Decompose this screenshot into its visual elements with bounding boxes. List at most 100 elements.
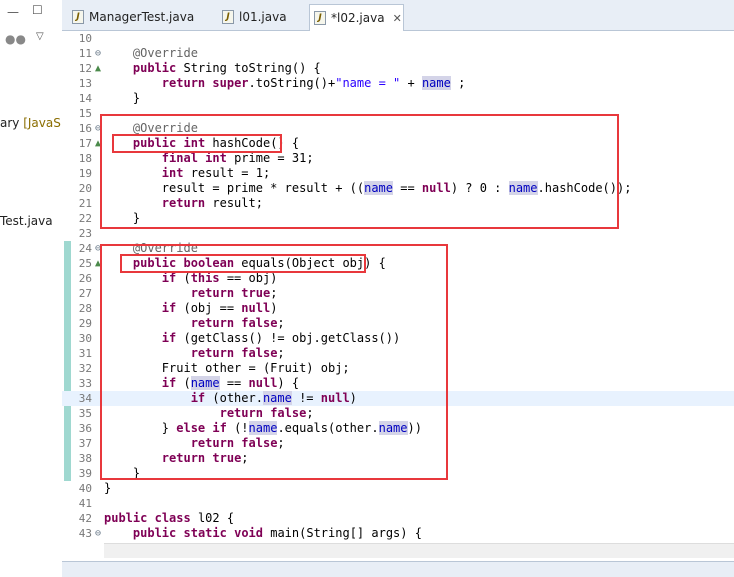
tree-item-test-java[interactable]: Test.java	[0, 214, 53, 228]
line-number: 18	[78, 152, 92, 165]
tab-managertest-java[interactable]: J ManagerTest.java	[68, 5, 208, 29]
line-number: 33	[78, 377, 92, 390]
line-number: 17	[78, 137, 92, 150]
code-editor-area[interactable]: 10 11 ⊖ @Override 12 ▲ public String toStrin…	[62, 31, 734, 541]
code-line[interactable]: 17 ▲ public int hashCode() {	[62, 136, 734, 151]
line-number: 23	[78, 227, 92, 240]
code-line[interactable]: 25 ▲ public boolean equals(Object obj) {	[62, 256, 734, 271]
line-number: 32	[78, 362, 92, 375]
code-line[interactable]: 32 Fruit other = (Fruit) obj;	[62, 361, 734, 376]
code-line[interactable]: 11 ⊖ @Override	[62, 46, 734, 61]
code-line[interactable]: 37 return false;	[62, 436, 734, 451]
line-number: 12	[78, 62, 92, 75]
code-line[interactable]: 31 return false;	[62, 346, 734, 361]
code-line[interactable]: 43 ⊖ public static void main(String[] arg…	[62, 526, 734, 541]
code-text: public String toString() {	[132, 61, 321, 75]
code-line[interactable]: 22 }	[62, 211, 734, 226]
code-line[interactable]: 15	[62, 106, 734, 121]
line-number: 20	[78, 182, 92, 195]
line-number: 16	[78, 122, 92, 135]
code-line[interactable]: 10	[62, 31, 734, 46]
code-text: return false;	[190, 346, 285, 360]
override-marker-icon[interactable]: ▲	[92, 136, 104, 151]
minimize-icon[interactable]: —	[7, 5, 19, 19]
code-text: result = prime * result + ((name == null…	[104, 181, 632, 195]
line-number: 37	[78, 437, 92, 450]
fold-toggle-icon[interactable]: ⊖	[92, 46, 104, 61]
gutter	[92, 286, 104, 301]
code-text: if (getClass() != obj.getClass())	[161, 331, 401, 345]
code-line[interactable]: 23	[62, 226, 734, 241]
code-line[interactable]: 34 if (other.name != null)	[62, 391, 734, 406]
code-line[interactable]: 30 if (getClass() != obj.getClass())	[62, 331, 734, 346]
code-line[interactable]: 39 }	[62, 466, 734, 481]
code-line[interactable]: 41	[62, 496, 734, 511]
line-number: 41	[78, 497, 92, 510]
code-text: public class l02 {	[104, 511, 235, 525]
gutter	[92, 331, 104, 346]
code-line[interactable]: 13 return super.toString()+"name = " + n…	[62, 76, 734, 91]
code-line[interactable]: 33 if (name == null) {	[62, 376, 734, 391]
line-number: 14	[78, 92, 92, 105]
line-number: 27	[78, 287, 92, 300]
java-file-icon: J	[222, 10, 234, 24]
horizontal-scrollbar[interactable]	[104, 543, 734, 558]
code-line[interactable]: 21 return result;	[62, 196, 734, 211]
gutter	[92, 346, 104, 361]
code-line[interactable]: 20 result = prime * result + ((name == n…	[62, 181, 734, 196]
gutter	[92, 181, 104, 196]
code-line[interactable]: 35 return false;	[62, 406, 734, 421]
package-explorer-panel: — ☐ ●● ▽ ary [JavaS Test.java	[0, 0, 63, 576]
view-menu-icon[interactable]: ▽	[36, 31, 44, 42]
gutter	[92, 496, 104, 511]
code-line[interactable]: 24 ⊖ @Override	[62, 241, 734, 256]
fold-toggle-icon[interactable]: ⊖	[92, 526, 104, 541]
override-marker-icon[interactable]: ▲	[92, 61, 104, 76]
line-number: 13	[78, 77, 92, 90]
code-line[interactable]: 16 ⊖ @Override	[62, 121, 734, 136]
gutter	[92, 301, 104, 316]
maximize-icon[interactable]: ☐	[32, 3, 43, 17]
code-text: return false;	[219, 406, 314, 420]
override-marker-icon[interactable]: ▲	[92, 256, 104, 271]
code-line[interactable]: 18 final int prime = 31;	[62, 151, 734, 166]
code-text: return true;	[161, 451, 249, 465]
fold-toggle-icon[interactable]: ⊖	[92, 121, 104, 136]
close-icon[interactable]: ✕	[393, 12, 402, 25]
line-number: 43	[78, 527, 92, 540]
gutter	[92, 271, 104, 286]
fold-toggle-icon[interactable]: ⊖	[92, 241, 104, 256]
tab-l01-java[interactable]: J l01.java	[218, 5, 308, 29]
tab-l02-java[interactable]: J *l02.java ✕	[309, 4, 404, 31]
java-file-icon: J	[72, 10, 84, 24]
code-line[interactable]: 29 return false;	[62, 316, 734, 331]
line-number: 31	[78, 347, 92, 360]
gutter	[92, 76, 104, 91]
code-line[interactable]: 19 int result = 1;	[62, 166, 734, 181]
gutter	[92, 211, 104, 226]
code-text: return super.toString()+"name = " + name…	[161, 76, 466, 90]
code-text: @Override	[132, 121, 198, 135]
code-line[interactable]: 28 if (obj == null)	[62, 301, 734, 316]
code-line[interactable]: 26 if (this == obj)	[62, 271, 734, 286]
code-line[interactable]: 42 public class l02 {	[62, 511, 734, 526]
code-text: public static void main(String[] args) {	[132, 526, 422, 540]
code-text: @Override	[132, 241, 198, 255]
code-line[interactable]: 14 }	[62, 91, 734, 106]
gutter	[92, 226, 104, 241]
code-line[interactable]: 36 } else if (!name.equals(other.name))	[62, 421, 734, 436]
tree-item-library[interactable]: ary [JavaS	[0, 116, 61, 130]
code-text: } else if (!name.equals(other.name))	[104, 421, 422, 435]
code-text: return false;	[190, 316, 285, 330]
code-text: @Override	[132, 46, 198, 60]
line-number: 42	[78, 512, 92, 525]
gutter	[92, 151, 104, 166]
link-editor-icon[interactable]: ●●	[5, 32, 26, 46]
code-line[interactable]: 12 ▲ public String toString() {	[62, 61, 734, 76]
code-line[interactable]: 38 return true;	[62, 451, 734, 466]
gutter	[92, 511, 104, 526]
line-number: 29	[78, 317, 92, 330]
code-line[interactable]: 40}	[62, 481, 734, 496]
editor-tab-bar: J ManagerTest.java J l01.java J *l02.jav…	[62, 0, 734, 31]
code-line[interactable]: 27 return true;	[62, 286, 734, 301]
